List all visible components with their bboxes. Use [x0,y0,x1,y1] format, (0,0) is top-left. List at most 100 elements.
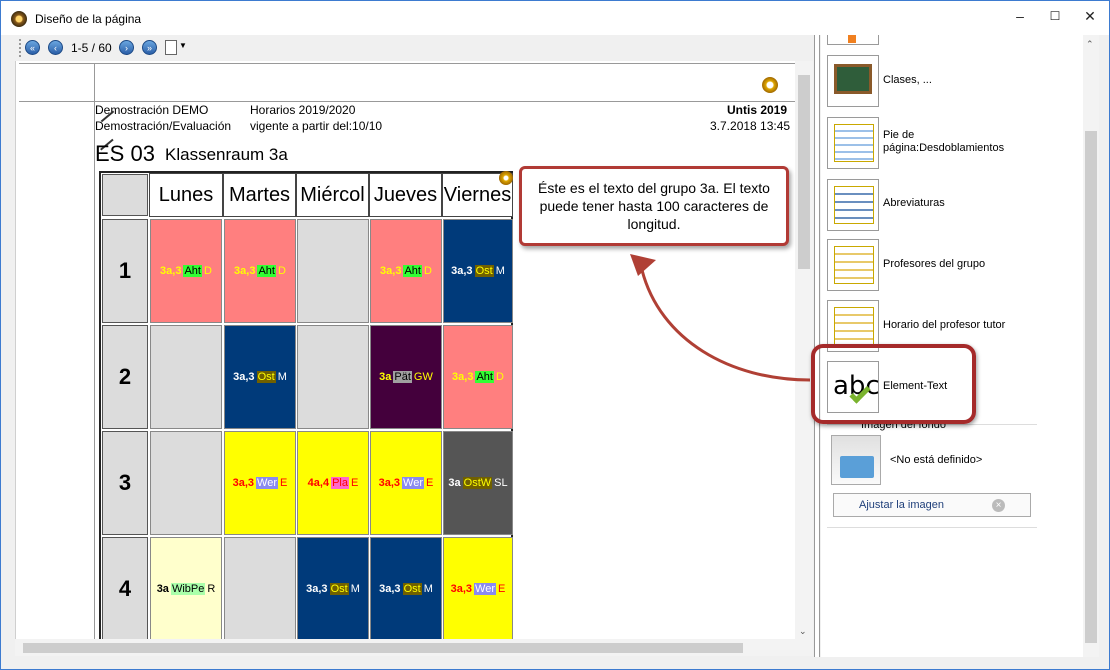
scroll-down-icon[interactable]: ⌄ [799,626,807,637]
scroll-thumb[interactable] [1085,131,1097,643]
lesson-class: 3a,3 [160,265,182,277]
lesson-subject: M [350,583,360,595]
lesson-subject: D [423,265,432,277]
lesson-teacher: Ost [474,265,494,277]
group-teachers-icon [834,246,874,284]
panel-item-label[interactable]: Profesores del grupo [883,258,985,270]
product-name: Untis 2019 [727,103,788,117]
clear-icon[interactable]: × [992,499,1005,512]
horizontal-scrollbar[interactable] [15,639,813,656]
close-button[interactable]: ✕ [1073,1,1107,31]
minimize-button[interactable]: – [1003,1,1037,31]
lesson-cell: 3a Pät GW [370,325,442,429]
lesson-teacher: Wer [402,477,425,489]
panel-item-abreviaturas[interactable] [827,179,879,231]
lesson-subject: E [280,477,288,489]
callout-arrow-icon [630,254,811,382]
first-page-icon[interactable]: « [25,40,40,55]
lesson-cell: 3a,3 Aht D [224,219,296,323]
tutor-timetable-icon [834,307,874,345]
toolbar: « ‹ 1-5 / 60 › » ▼ [15,37,815,59]
panel-item-label[interactable]: Clases, ... [883,74,932,86]
lesson-class: 3a,3 [451,265,473,277]
chevron-down-icon[interactable]: ▼ [179,41,187,50]
panel-item-profesores[interactable] [827,239,879,291]
lesson-subject: D [203,265,212,277]
window: Diseño de la página – ☐ ✕ « ‹ 1-5 / 60 ›… [0,0,1110,670]
page-count: 1-5 / 60 [71,41,112,55]
class-code: ES 03 [95,141,155,166]
panel-item-desdoblamientos[interactable] [827,117,879,169]
period-header: 3 [102,431,148,535]
lesson-teacher: OstW [462,477,493,489]
lesson-cell: 3a,3 Wer E [370,431,442,535]
lesson-cell: 3a,3 Ost M [443,219,513,323]
settings-gear-icon[interactable] [762,77,778,93]
panel-scrollbar[interactable]: ⌃ [1083,35,1099,657]
day-header: Jueves [369,173,442,217]
lesson-cell: 3a,3 Ost M [370,537,442,639]
panel-item-label[interactable]: Pie de página:Desdoblamientos [883,129,1013,155]
callout-annotation: Éste es el texto del grupo 3a. El texto … [519,166,789,246]
lesson-class: 3a,3 [378,477,401,489]
callout-text: Éste es el texto del grupo 3a. El texto … [538,180,770,232]
lesson-teacher: Aht [475,371,494,383]
table-split-icon [834,124,874,162]
lesson-teacher: Ost [402,583,422,595]
maximize-button[interactable]: ☐ [1038,1,1072,31]
class-room: Klassenraum 3a [165,145,288,164]
lesson-class: 3a,3 [306,583,328,595]
lesson-cell: 3a,3 Wer E [224,431,296,535]
lesson-teacher: Aht [257,265,276,277]
last-page-icon[interactable]: » [142,40,157,55]
scroll-thumb[interactable] [23,643,743,653]
day-header: Martes [223,173,296,217]
lesson-class: 3a,3 [234,265,256,277]
adjust-image-button[interactable]: Ajustar la imagen × [833,493,1031,517]
partial-item[interactable] [827,35,879,45]
lesson-teacher: Ost [329,583,349,595]
lesson-subject: M [495,265,505,277]
panel-item-label[interactable]: Abreviaturas [883,197,945,209]
timetable: Lunes Martes Miércol Jueves Viernes 1 2 … [99,171,513,639]
lesson-subject: E [426,477,434,489]
corner-cell [102,174,148,216]
scroll-up-icon[interactable]: ⌃ [1086,39,1094,50]
lesson-cell: 3a OstW SL [443,431,513,535]
panel-item-label[interactable]: Horario del profesor tutor [883,319,1005,331]
lesson-cell [224,537,296,639]
window-title: Diseño de la página [35,12,142,26]
lesson-teacher: Pla [331,477,349,489]
period-header: 1 [102,219,148,323]
adjust-image-label: Ajustar la imagen [859,499,944,511]
lesson-cell: 3a,3 Ost M [297,537,369,639]
lesson-cell [297,219,369,323]
day-header: Miércol [296,173,369,217]
lesson-subject: E [350,477,359,489]
lesson-subject: M [423,583,433,595]
lesson-cell [150,431,222,535]
abbreviations-icon [834,186,874,224]
lesson-cell: 3a,3 Aht D [370,219,442,323]
lesson-class: 3a,3 [380,265,402,277]
lesson-class: 3a [379,371,392,383]
lesson-cell: 3a,3 Aht D [443,325,513,429]
lesson-class: 3a,3 [452,371,474,383]
next-page-icon[interactable]: › [119,40,134,55]
lesson-subject: E [498,583,506,595]
lesson-subject: D [495,371,504,383]
panel-item-clases[interactable] [827,55,879,107]
lesson-teacher: Aht [403,265,422,277]
lesson-teacher: Ost [256,371,276,383]
previous-page-icon[interactable]: ‹ [48,40,63,55]
lesson-teacher: Aht [183,265,202,277]
lesson-class: 3a [448,477,461,489]
lesson-teacher: Pät [393,371,412,383]
lesson-subject: D [277,265,286,277]
class-board-icon [834,64,872,94]
page-options-icon[interactable] [165,40,177,55]
timetable-gear-icon[interactable] [499,171,513,185]
period-header: 4 [102,537,148,639]
lesson-teacher: WibPe [170,583,206,595]
folder-icon[interactable] [831,435,881,485]
